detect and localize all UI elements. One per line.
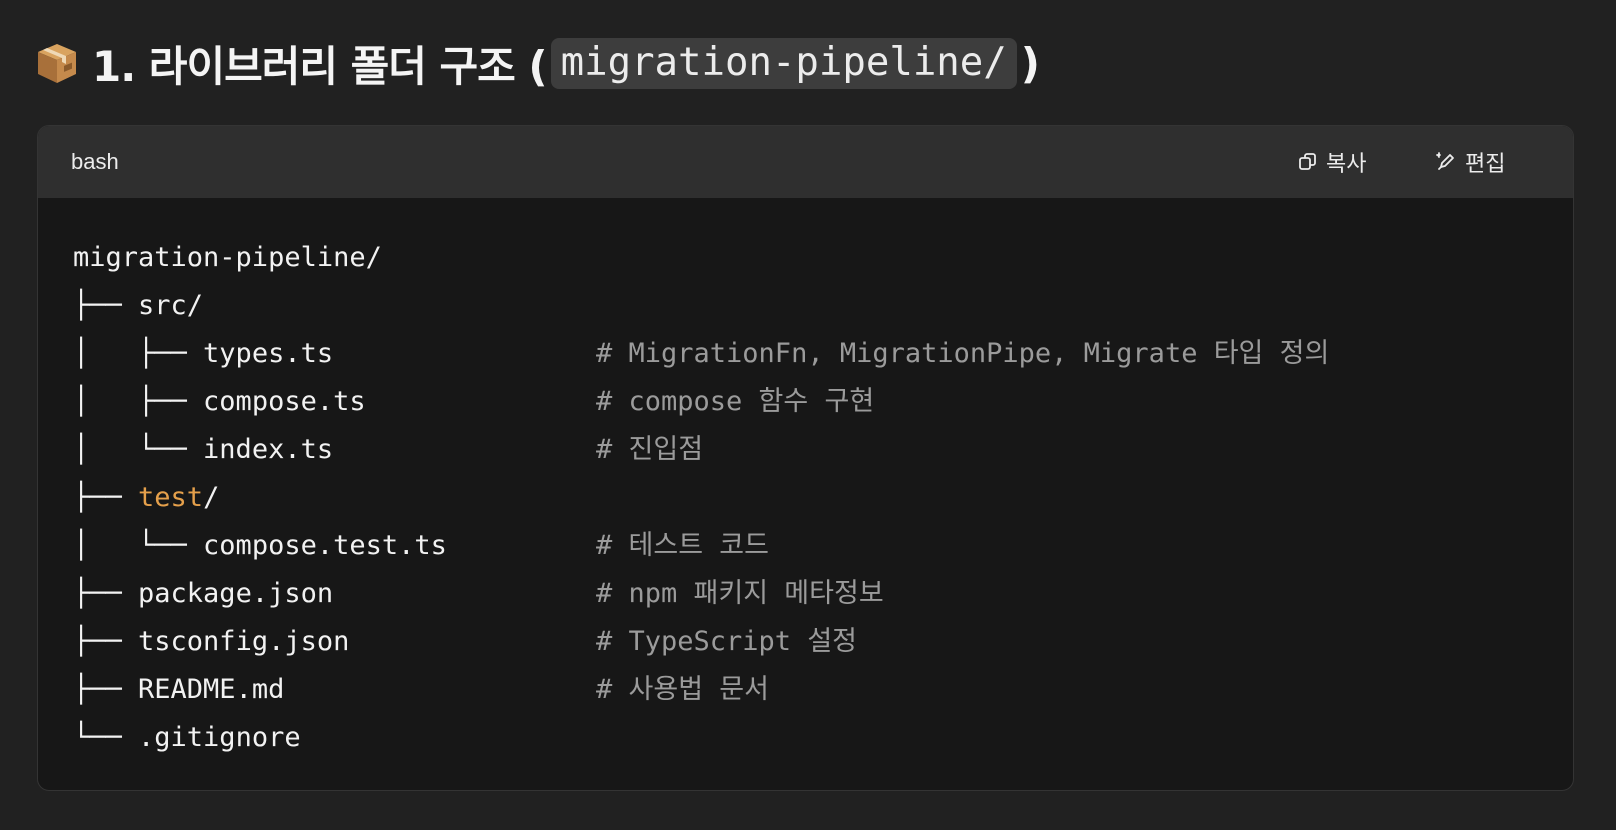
file-name: index.ts bbox=[203, 434, 334, 465]
code-line: ├── src/ bbox=[73, 282, 1553, 330]
tree-glyph: │ └── bbox=[73, 434, 204, 465]
tree-glyph: └── bbox=[73, 722, 139, 753]
code-comment: # 테스트 코드 bbox=[596, 530, 769, 561]
section-heading: 1. 라이브러리 폴더 구조 ( migration-pipeline/ ) bbox=[34, 28, 1040, 98]
code-comment: # npm 패키지 메타정보 bbox=[596, 578, 884, 609]
tree-glyph: ├── bbox=[73, 290, 139, 321]
heading-title: 1. 라이브러리 폴더 구조 ( bbox=[92, 41, 548, 91]
code-comment: # 사용법 문서 bbox=[596, 674, 769, 705]
tree-glyph: ├── bbox=[73, 578, 139, 609]
tree-glyph: ├── bbox=[73, 482, 139, 513]
path-suffix: / bbox=[203, 482, 220, 513]
copy-icon bbox=[1298, 152, 1318, 172]
code-content: migration-pipeline/├── src/│ ├── types.t… bbox=[73, 234, 1553, 762]
code-line: │ ├── compose.ts # compose 함수 구현 bbox=[73, 378, 1553, 426]
code-line: │ └── index.ts # 진입점 bbox=[73, 426, 1553, 474]
file-name: .gitignore bbox=[138, 722, 301, 753]
heading-close-paren: ) bbox=[1020, 38, 1040, 88]
code-line: │ ├── types.ts # MigrationFn, MigrationPi… bbox=[73, 330, 1553, 378]
package-icon bbox=[34, 40, 80, 86]
tree-glyph: │ └── bbox=[73, 530, 204, 561]
tree-glyph: ├── bbox=[73, 626, 139, 657]
file-name: src/ bbox=[138, 290, 204, 321]
code-comment: # MigrationFn, MigrationPipe, Migrate 타입… bbox=[596, 338, 1330, 369]
code-comment: # TypeScript 설정 bbox=[596, 626, 857, 657]
keyword-name: test bbox=[138, 482, 204, 513]
code-line: │ └── compose.test.ts # 테스트 코드 bbox=[73, 522, 1553, 570]
code-comment: # 진입점 bbox=[596, 434, 704, 465]
code-block: bash 복사 편집 migration-pipeline/├── src/│ … bbox=[37, 125, 1574, 791]
edit-button-label: 편집 bbox=[1465, 152, 1506, 177]
code-line: ├── tsconfig.json # TypeScript 설정 bbox=[73, 618, 1553, 666]
code-language-label: bash bbox=[71, 149, 119, 174]
file-name: compose.ts bbox=[203, 386, 366, 417]
code-line: ├── test/ bbox=[73, 474, 1553, 522]
code-block-header: bash 복사 편집 bbox=[38, 126, 1573, 198]
file-name: types.ts bbox=[203, 338, 334, 369]
code-line: migration-pipeline/ bbox=[73, 234, 1553, 282]
code-line: ├── README.md # 사용법 문서 bbox=[73, 666, 1553, 714]
file-name: package.json bbox=[138, 578, 334, 609]
tree-glyph: │ ├── bbox=[73, 386, 204, 417]
copy-button-label: 복사 bbox=[1326, 152, 1367, 177]
tree-glyph: ├── bbox=[73, 674, 139, 705]
file-name: compose.test.ts bbox=[203, 530, 447, 561]
copy-button[interactable]: 복사 bbox=[1298, 146, 1366, 178]
file-name: migration-pipeline/ bbox=[73, 242, 382, 273]
edit-button[interactable]: 편집 bbox=[1435, 146, 1505, 178]
tree-glyph: │ ├── bbox=[73, 338, 204, 369]
code-comment: # compose 함수 구현 bbox=[596, 386, 875, 417]
file-name: README.md bbox=[138, 674, 285, 705]
code-line: └── .gitignore bbox=[73, 714, 1553, 762]
code-line: ├── package.json # npm 패키지 메타정보 bbox=[73, 570, 1553, 618]
edit-pencil-icon bbox=[1435, 151, 1457, 173]
file-name: tsconfig.json bbox=[138, 626, 350, 657]
heading-inline-code: migration-pipeline/ bbox=[550, 37, 1017, 89]
